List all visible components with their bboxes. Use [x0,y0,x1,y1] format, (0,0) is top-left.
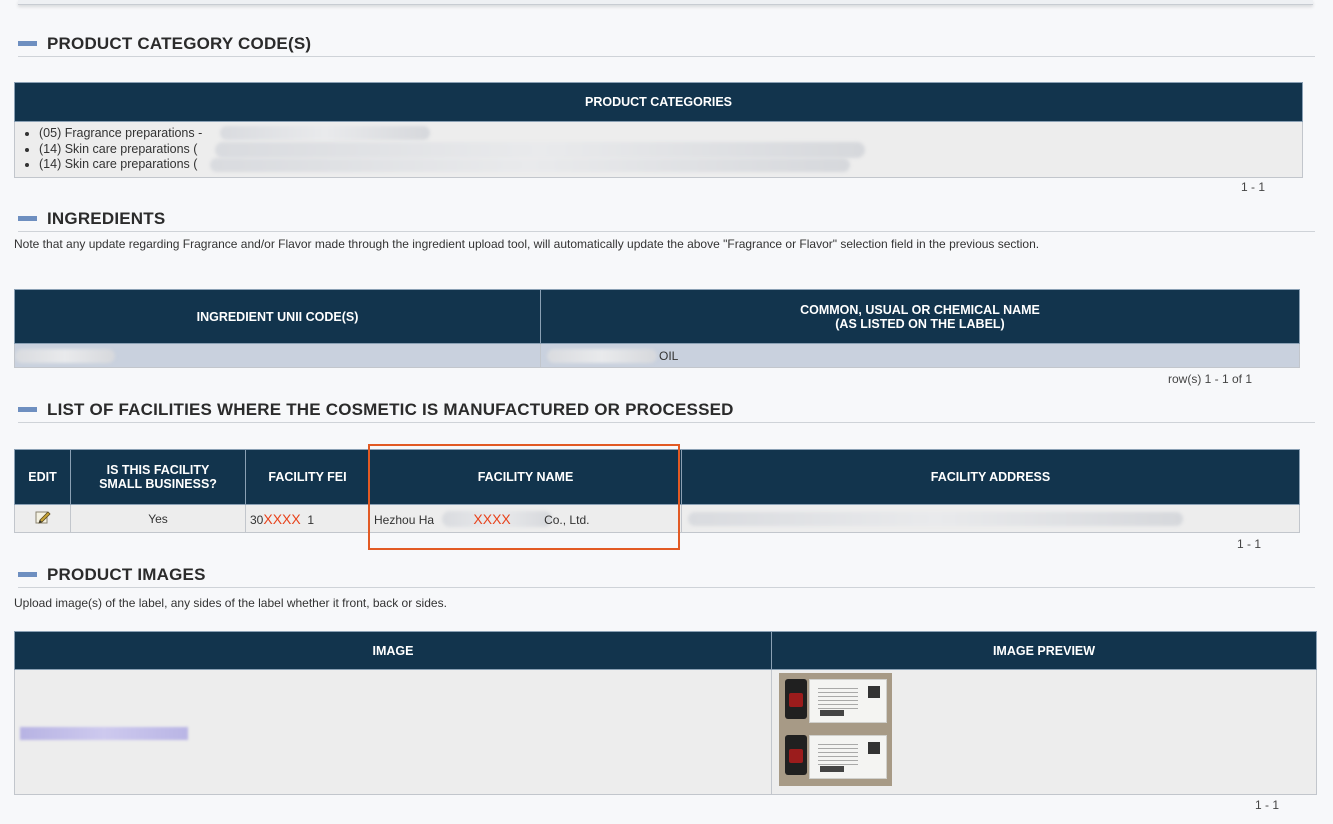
redacted-area [547,349,657,363]
section-title-facilities: LIST OF FACILITIES WHERE THE COSMETIC IS… [47,400,734,419]
facility-name-prefix: Hezhou Ha [374,512,435,527]
cell-common-name: OIL [540,343,1300,368]
fei-mask: XXXX [263,510,301,527]
redacted-area [215,142,865,158]
categories-table: PRODUCT CATEGORIES (05) Fragrance prepar… [14,82,1303,178]
collapse-icon[interactable] [18,572,37,577]
collapse-icon[interactable] [18,41,37,46]
redacted-area [15,349,115,363]
cell-facility-name: Hezhou Ha XXXX Co., Ltd. [369,504,682,533]
cell-unii [14,343,541,368]
cell-fei: 30XXXX 1 [245,504,370,533]
bottle-graphic [785,735,807,775]
column-header-facility-address[interactable]: FACILITY ADDRESS [681,449,1300,505]
column-header-fei[interactable]: FACILITY FEI [245,449,370,505]
collapse-icon[interactable] [18,407,37,412]
section-header-ingredients[interactable]: INGREDIENTS [18,209,1315,232]
image-preview-thumbnail[interactable] [779,673,892,786]
header-line: COMMON, USUAL OR CHEMICAL NAME [800,302,1040,317]
column-header-small-business[interactable]: IS THIS FACILITY SMALL BUSINESS? [70,449,246,505]
redacted-area [210,158,850,172]
table-row[interactable]: Yes 30XXXX 1 Hezhou Ha XXXX Co., Ltd. [14,504,1300,533]
cell-facility-address [681,504,1300,533]
label-card-graphic [809,679,887,723]
image-file-link[interactable] [20,727,188,740]
table-row[interactable]: OIL [14,343,1300,368]
cell-image-file [14,669,772,795]
column-header-product-categories[interactable]: PRODUCT CATEGORIES [14,82,1303,122]
cell-edit[interactable] [14,504,71,533]
label-card-graphic [809,735,887,779]
column-header-image-preview[interactable]: IMAGE PREVIEW [771,631,1317,670]
ingredients-pagination: row(s) 1 - 1 of 1 [1168,372,1253,386]
images-note: Upload image(s) of the label, any sides … [14,596,447,610]
header-line: IS THIS FACILITY [106,463,210,477]
facility-name-suffix: Co., Ltd. [544,512,590,527]
column-header-edit[interactable]: EDIT [14,449,71,505]
section-header-facilities[interactable]: LIST OF FACILITIES WHERE THE COSMETIC IS… [18,400,1315,423]
header-line: SMALL BUSINESS? [99,477,217,491]
edit-pencil-icon[interactable] [35,509,51,525]
table-row[interactable] [14,669,1317,795]
bottle-graphic [785,679,807,719]
section-title-images: PRODUCT IMAGES [47,565,206,584]
column-header-image[interactable]: IMAGE [14,631,772,670]
images-table: IMAGE IMAGE PREVIEW [14,631,1317,795]
images-pagination: 1 - 1 [1255,798,1280,812]
header-line: (AS LISTED ON THE LABEL) [835,316,1005,331]
column-header-common-name[interactable]: COMMON, USUAL OR CHEMICAL NAME (AS LISTE… [540,289,1300,344]
section-title-ingredients: INGREDIENTS [47,209,166,228]
ingredient-name: OIL [659,348,679,363]
fei-suffix: 1 [307,512,315,527]
column-header-unii[interactable]: INGREDIENT UNII CODE(S) [14,289,541,344]
facility-name-mask: XXXX [473,510,511,527]
redacted-area [688,512,1183,526]
redacted-area [220,126,430,140]
ingredients-table: INGREDIENT UNII CODE(S) COMMON, USUAL OR… [14,289,1300,368]
collapse-icon[interactable] [18,216,37,221]
cell-small-business: Yes [70,504,246,533]
facilities-pagination: 1 - 1 [1237,537,1262,551]
top-panel-edge [18,0,1313,5]
section-header-categories[interactable]: PRODUCT CATEGORY CODE(S) [18,34,1315,57]
categories-pagination: 1 - 1 [1241,180,1266,194]
section-header-images[interactable]: PRODUCT IMAGES [18,565,1315,588]
facilities-table: EDIT IS THIS FACILITY SMALL BUSINESS? FA… [14,449,1300,533]
fei-prefix: 30 [250,512,264,527]
ingredients-note: Note that any update regarding Fragrance… [14,237,1040,251]
section-title-categories: PRODUCT CATEGORY CODE(S) [47,34,312,53]
categories-cell: (05) Fragrance preparations - (14) Skin … [14,121,1303,178]
column-header-facility-name[interactable]: FACILITY NAME [369,449,682,505]
